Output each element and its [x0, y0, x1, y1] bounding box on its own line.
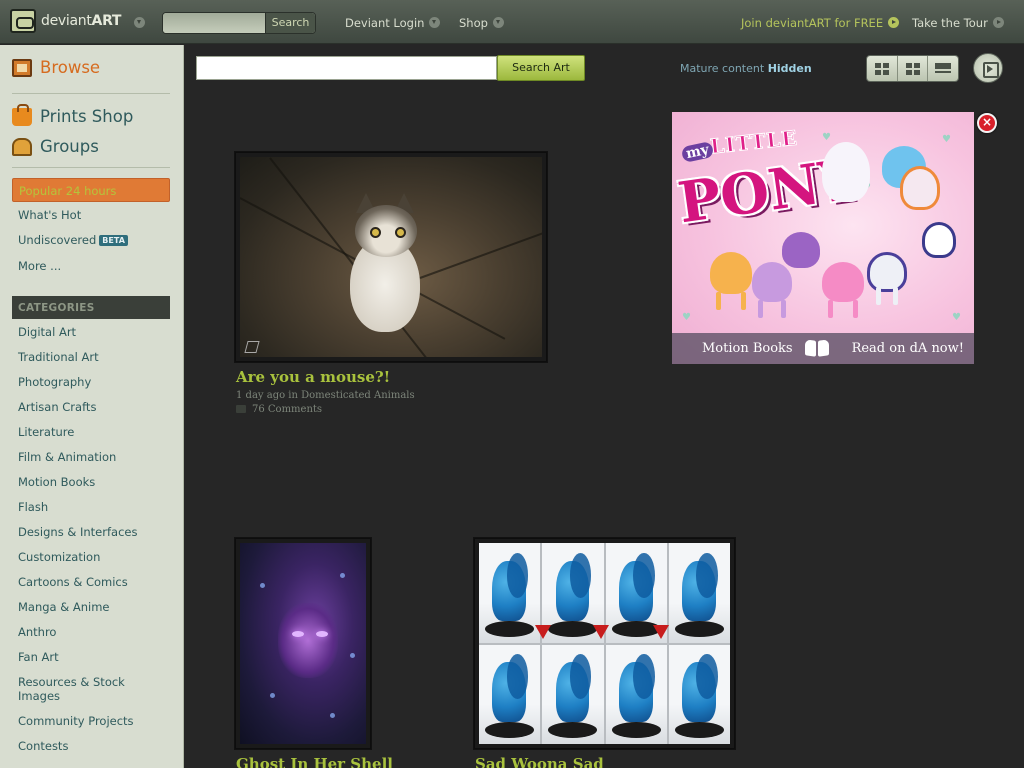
sidebar-item-undiscovered[interactable]: Undiscovered BETA — [18, 233, 128, 247]
ad-banner: Motion Books Read on dA now! — [672, 333, 974, 364]
category-link[interactable]: Cartoons & Comics — [18, 575, 168, 589]
category-link[interactable]: Fan Art — [18, 650, 168, 664]
categories-header: CATEGORIES — [12, 296, 170, 319]
book-icon — [805, 340, 829, 358]
sidebar-item-label: Groups — [40, 137, 99, 156]
artwork-thumbnail[interactable] — [235, 538, 371, 749]
shopping-bag-icon — [12, 103, 32, 126]
sidebar-item-groups[interactable]: Groups — [12, 137, 99, 156]
sidebar-item-more[interactable]: More ... — [18, 259, 61, 273]
category-link[interactable]: Artisan Crafts — [18, 400, 168, 414]
category-link[interactable]: Contests — [18, 739, 168, 753]
grid-large-icon[interactable] — [897, 56, 929, 81]
top-search-input[interactable] — [163, 13, 267, 33]
ad-banner-text: Read on dA now! — [851, 341, 964, 356]
comment-icon — [236, 405, 246, 413]
category-link[interactable]: Resources & Stock Images — [18, 675, 168, 703]
artwork-title[interactable]: Sad Woona Sad — [475, 755, 604, 768]
divider — [12, 167, 170, 168]
close-icon[interactable]: × — [977, 113, 997, 133]
sidebar-item-whats-hot[interactable]: What's Hot — [18, 208, 81, 222]
take-tour-link[interactable]: Take the Tour — [912, 16, 1004, 30]
category-link[interactable]: Motion Books — [18, 475, 168, 489]
category-link[interactable]: Anthro — [18, 625, 168, 639]
list-view-icon[interactable] — [928, 56, 958, 81]
divider — [12, 93, 170, 94]
deviantart-logo[interactable]: deviantART — [10, 9, 121, 33]
ad-banner-text: Motion Books — [702, 341, 793, 356]
sidebar: Browse Prints Shop Groups Popular 24 hou… — [0, 45, 184, 768]
artwork-title[interactable]: Ghost In Her Shell — [236, 755, 393, 768]
deviant-login-link[interactable]: Deviant Login — [345, 16, 441, 30]
groups-icon — [12, 137, 32, 156]
sidebar-item-browse[interactable]: Browse — [12, 58, 100, 77]
artwork-title[interactable]: Are you a mouse?! — [236, 368, 390, 386]
advertisement[interactable]: LITTLE my PONY ♥ ♥ ♥ ♥ ♥ Motion Books Re… — [672, 112, 974, 364]
cat-photo — [240, 157, 542, 357]
deviation-type-icon — [244, 341, 260, 353]
grid-small-icon[interactable] — [867, 56, 898, 81]
sidebar-item-prints-shop[interactable]: Prints Shop — [12, 103, 134, 126]
sidebar-item-popular-24-hours[interactable]: Popular 24 hours — [12, 178, 170, 202]
category-link[interactable]: Film & Animation — [18, 450, 168, 464]
category-link[interactable]: Digital Art — [18, 325, 168, 339]
category-link[interactable]: Designs & Interfaces — [18, 525, 168, 539]
browse-icon — [12, 58, 32, 77]
pony-figurine-photos — [479, 543, 730, 744]
ad-logo-text: my — [680, 140, 715, 164]
category-link[interactable]: Community Projects — [18, 714, 168, 728]
artwork-meta: 1 day ago in Domesticated Animals — [236, 390, 415, 401]
sidebar-item-label: Prints Shop — [40, 107, 134, 126]
slideshow-play-icon[interactable] — [973, 53, 1003, 83]
category-link[interactable]: Flash — [18, 500, 168, 514]
ad-logo-text: LITTLE — [708, 125, 799, 159]
chevron-down-icon — [492, 17, 504, 28]
category-link[interactable]: Photography — [18, 375, 168, 389]
join-link[interactable]: Join deviantART for FREE — [741, 16, 900, 30]
sidebar-item-label: Popular 24 hours — [19, 184, 117, 198]
view-mode-switcher — [866, 55, 959, 82]
top-search-button[interactable]: Search — [265, 13, 315, 33]
chevron-right-icon — [992, 17, 1004, 28]
chevron-down-icon — [429, 17, 441, 28]
category-link[interactable]: Literature — [18, 425, 168, 439]
top-search: Search — [162, 12, 316, 34]
category-link[interactable]: Manga & Anime — [18, 600, 168, 614]
sidebar-item-label: Browse — [40, 58, 101, 77]
artwork-thumbnail[interactable] — [474, 538, 735, 749]
top-bar: deviantART Search Deviant Login Shop Joi… — [0, 0, 1024, 44]
art-search-input[interactable] — [196, 56, 497, 80]
search-art-button[interactable]: Search Art — [497, 55, 585, 81]
artwork-category-link[interactable]: Domesticated Animals — [301, 390, 415, 401]
deviantart-logo-icon — [10, 9, 36, 33]
beta-badge: BETA — [99, 235, 128, 246]
ghost-artwork — [240, 543, 366, 744]
mature-content-toggle[interactable]: Mature content Hidden — [680, 62, 812, 75]
logo-menu-chevron-icon[interactable] — [134, 17, 145, 28]
category-link[interactable]: Traditional Art — [18, 350, 168, 364]
artwork-comments[interactable]: 76 Comments — [236, 404, 322, 415]
category-link[interactable]: Customization — [18, 550, 168, 564]
shop-link[interactable]: Shop — [459, 16, 504, 30]
logo-text: deviantART — [41, 13, 122, 29]
artwork-thumbnail[interactable] — [235, 152, 547, 362]
chevron-right-icon — [888, 17, 900, 28]
